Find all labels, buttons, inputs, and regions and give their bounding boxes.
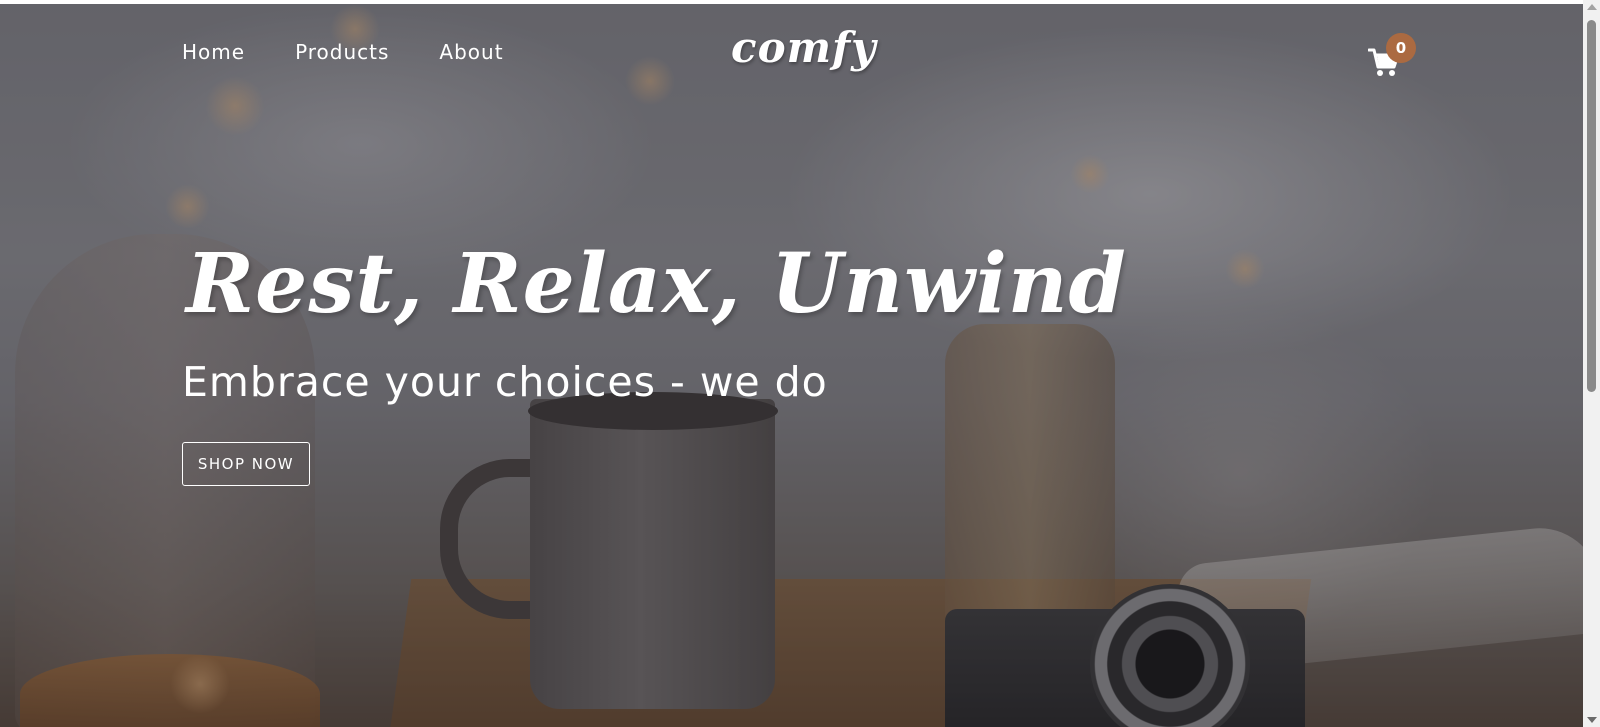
nav-link-home[interactable]: Home <box>182 40 245 64</box>
nav-link-products[interactable]: Products <box>295 40 389 64</box>
jar-base-decoration <box>20 654 320 727</box>
browser-viewport: Home Products About comfy 0 Rest, Relax,… <box>0 0 1600 727</box>
bokeh-light <box>1225 249 1265 289</box>
vertical-scrollbar[interactable] <box>1583 0 1600 727</box>
nav-link-about[interactable]: About <box>439 40 503 64</box>
nav-links: Home Products About <box>182 40 504 64</box>
mug-handle-decoration <box>440 459 550 619</box>
bokeh-light <box>165 184 210 229</box>
hero-section: Home Products About comfy 0 Rest, Relax,… <box>0 4 1583 727</box>
camera-decoration <box>945 609 1305 727</box>
camera-lens-decoration <box>1090 584 1250 727</box>
navbar: Home Products About comfy 0 <box>0 4 1583 109</box>
bokeh-light <box>170 654 230 714</box>
scroll-up-arrow-icon[interactable] <box>1587 4 1597 10</box>
scroll-down-arrow-icon[interactable] <box>1587 717 1597 723</box>
scrollbar-thumb[interactable] <box>1587 20 1596 392</box>
bottle-decoration <box>945 324 1115 624</box>
hero-subtitle: Embrace your choices - we do <box>182 358 828 406</box>
bokeh-light <box>1070 154 1110 194</box>
mug-decoration <box>530 399 775 709</box>
brand-logo[interactable]: comfy <box>731 23 877 72</box>
wooden-tray-decoration <box>388 579 1312 727</box>
cart-button[interactable]: 0 <box>1368 33 1416 80</box>
shop-now-button[interactable]: SHOP NOW <box>182 442 310 486</box>
cart-count-badge: 0 <box>1386 33 1416 63</box>
book-decoration <box>1175 522 1583 676</box>
hero-title: Rest, Relax, Unwind <box>186 236 1127 332</box>
